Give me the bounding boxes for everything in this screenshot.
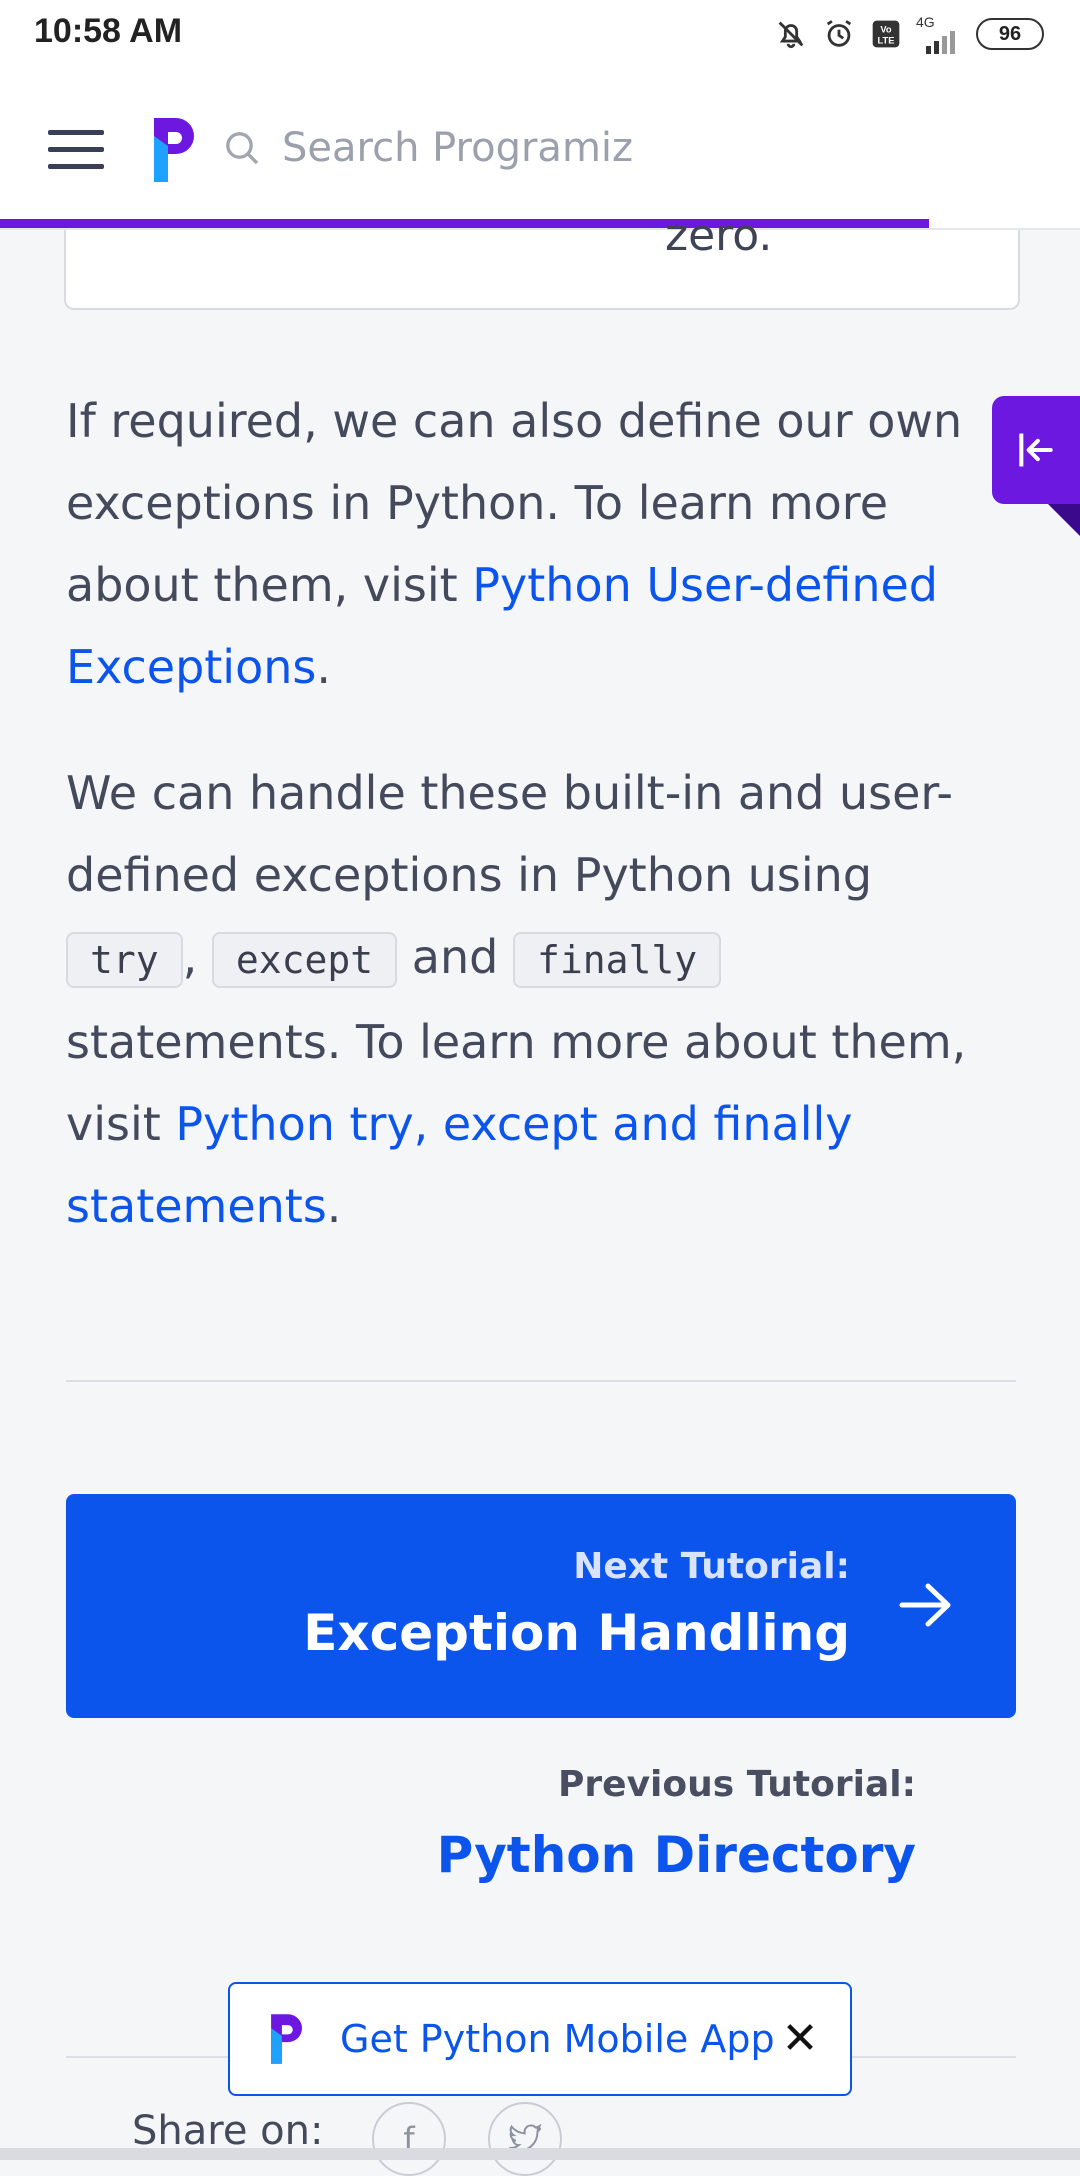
twitter-share-button[interactable] <box>488 2102 562 2176</box>
signal-group: 4G <box>916 14 962 54</box>
bottom-edge <box>0 2148 1080 2160</box>
code-except: except <box>211 932 398 988</box>
svg-text:LTE: LTE <box>878 35 895 45</box>
card-text: zero. <box>665 210 773 261</box>
side-panel-toggle[interactable] <box>992 396 1080 504</box>
next-tutorial-label: Next Tutorial: <box>573 1546 850 1587</box>
side-tab-fold <box>1048 504 1080 536</box>
app-logo <box>252 2006 318 2072</box>
search-bar[interactable] <box>222 116 982 180</box>
previous-tutorial-link[interactable]: Python Directory <box>437 1826 916 1884</box>
facebook-share-button[interactable]: f <box>372 2102 446 2176</box>
previous-tutorial-label: Previous Tutorial: <box>558 1764 916 1805</box>
get-app-text[interactable]: Get Python Mobile App <box>340 2017 775 2061</box>
link-try-except-finally[interactable]: Python try, except and finally statement… <box>66 1097 853 1233</box>
close-icon[interactable]: ✕ <box>776 2013 824 2064</box>
article-body: If required, we can also define our own … <box>66 380 986 1291</box>
get-app-banner[interactable]: Get Python Mobile App ✕ <box>228 1982 852 2096</box>
svg-text:Vo: Vo <box>880 25 892 35</box>
bell-muted-icon <box>778 21 804 49</box>
search-input[interactable] <box>280 124 924 172</box>
programiz-logo[interactable] <box>150 118 194 182</box>
alarm-icon <box>826 20 852 47</box>
section-divider <box>66 1380 1016 1382</box>
network-type: 4G <box>916 14 935 30</box>
collapse-panel-icon <box>1019 433 1053 467</box>
paragraph-custom-exceptions: If required, we can also define our own … <box>66 394 963 694</box>
status-bar: 10:58 AM Vo LTE 4G 96 <box>0 0 1080 66</box>
paragraph-handle-exceptions: We can handle these built-in and user-de… <box>66 766 967 1233</box>
code-try: try <box>66 932 183 988</box>
search-icon <box>226 132 259 165</box>
arrow-right-icon <box>899 1583 951 1627</box>
code-finally: finally <box>512 932 722 988</box>
status-icons: Vo LTE 4G 96 <box>774 14 1044 54</box>
signal-icon <box>926 31 955 54</box>
next-tutorial-title: Exception Handling <box>303 1604 850 1662</box>
example-card <box>64 230 1020 310</box>
volte-icon: VoLTE <box>872 20 900 48</box>
next-tutorial-button[interactable]: Next Tutorial: Exception Handling <box>66 1494 1016 1718</box>
status-time: 10:58 AM <box>34 12 183 50</box>
battery-indicator: 96 <box>976 18 1044 50</box>
programiz-logo-small <box>271 2014 302 2064</box>
hamburger-menu-icon[interactable] <box>48 128 104 172</box>
